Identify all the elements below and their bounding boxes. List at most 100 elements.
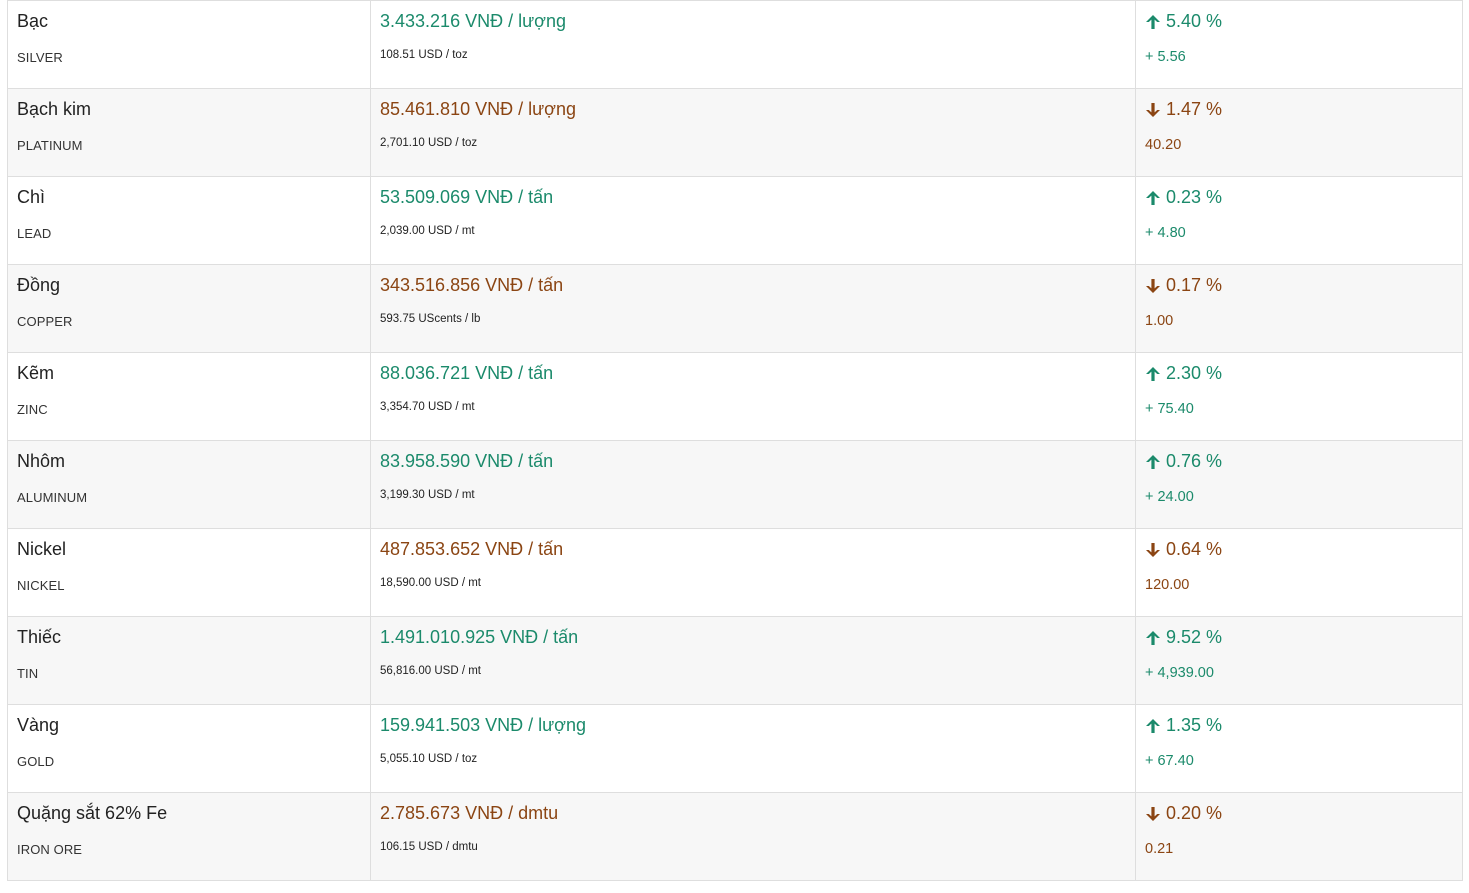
arrow-up-icon (1146, 718, 1160, 733)
commodity-name-cell: Bạch kim PLATINUM (7, 88, 371, 177)
change-amount: + 67.40 (1145, 753, 1194, 769)
change-amount: 40.20 (1145, 137, 1182, 153)
change-percent: 5.40 % (1145, 11, 1222, 32)
commodity-code: ALUMINUM (17, 490, 88, 505)
commodity-name: Thiếc (17, 627, 62, 647)
commodity-name-cell: Nickel NICKEL (7, 528, 371, 617)
price-usd: 106.15 USD / dmtu (380, 841, 478, 853)
change-percent: 0.64 % (1145, 539, 1222, 560)
commodity-code: GOLD (17, 754, 55, 769)
change-amount: + 4,939.00 (1145, 665, 1214, 681)
table-row: Nickel NICKEL 487.853.652 VNĐ / tấn 18,5… (7, 528, 1463, 617)
change-amount: + 5.56 (1145, 49, 1186, 65)
commodity-change-cell: 0.64 % 120.00 (1135, 528, 1463, 617)
commodity-name: Vàng (17, 715, 60, 735)
change-percent-value: 1.47 % (1166, 99, 1223, 119)
price-vnd: 3.433.216 VNĐ / lượng (380, 11, 566, 31)
table-row: Nhôm ALUMINUM 83.958.590 VNĐ / tấn 3,199… (7, 440, 1463, 529)
change-percent-value: 0.20 % (1166, 803, 1223, 823)
commodity-name-cell: Đồng COPPER (7, 264, 371, 353)
commodity-price-table: Bạc SILVER 3.433.216 VNĐ / lượng 108.51 … (7, 0, 1463, 881)
change-percent: 0.17 % (1145, 275, 1222, 296)
price-usd: 593.75 UScents / lb (380, 313, 481, 325)
table-row: Bạch kim PLATINUM 85.461.810 VNĐ / lượng… (7, 88, 1463, 177)
arrow-up-icon (1146, 190, 1160, 205)
change-percent-value: 0.23 % (1166, 187, 1223, 207)
arrow-up-icon (1146, 14, 1160, 29)
arrow-up-icon (1146, 366, 1160, 381)
change-amount: + 4.80 (1145, 225, 1186, 241)
commodity-price-cell: 88.036.721 VNĐ / tấn 3,354.70 USD / mt (370, 352, 1136, 441)
arrow-down-icon (1146, 806, 1160, 821)
commodity-code: LEAD (17, 226, 52, 241)
change-percent-value: 5.40 % (1166, 11, 1223, 31)
commodity-name: Quặng sắt 62% Fe (17, 803, 168, 823)
change-amount: 0.21 (1145, 841, 1174, 857)
commodity-name: Kẽm (17, 363, 55, 383)
commodity-change-cell: 2.30 % + 75.40 (1135, 352, 1463, 441)
table-row: Chì LEAD 53.509.069 VNĐ / tấn 2,039.00 U… (7, 176, 1463, 265)
commodity-name: Chì (17, 187, 46, 207)
price-usd: 18,590.00 USD / mt (380, 577, 481, 589)
commodity-name: Bạc (17, 11, 49, 31)
price-usd: 2,039.00 USD / mt (380, 225, 475, 237)
table-row: Quặng sắt 62% Fe IRON ORE 2.785.673 VNĐ … (7, 792, 1463, 881)
commodity-change-cell: 0.76 % + 24.00 (1135, 440, 1463, 529)
commodity-code: IRON ORE (17, 842, 83, 857)
commodity-price-cell: 83.958.590 VNĐ / tấn 3,199.30 USD / mt (370, 440, 1136, 529)
price-vnd: 343.516.856 VNĐ / tấn (380, 275, 564, 295)
table-row: Đồng COPPER 343.516.856 VNĐ / tấn 593.75… (7, 264, 1463, 353)
change-amount: 120.00 (1145, 577, 1190, 593)
table-row: Thiếc TIN 1.491.010.925 VNĐ / tấn 56,816… (7, 616, 1463, 705)
commodity-code: TIN (17, 666, 39, 681)
commodity-name-cell: Quặng sắt 62% Fe IRON ORE (7, 792, 371, 881)
table-row: Kẽm ZINC 88.036.721 VNĐ / tấn 3,354.70 U… (7, 352, 1463, 441)
commodity-price-cell: 53.509.069 VNĐ / tấn 2,039.00 USD / mt (370, 176, 1136, 265)
commodity-name-cell: Vàng GOLD (7, 704, 371, 793)
price-usd: 3,199.30 USD / mt (380, 489, 475, 501)
commodity-name-cell: Thiếc TIN (7, 616, 371, 705)
price-vnd: 1.491.010.925 VNĐ / tấn (380, 627, 579, 647)
commodity-name-cell: Nhôm ALUMINUM (7, 440, 371, 529)
commodity-change-cell: 1.35 % + 67.40 (1135, 704, 1463, 793)
change-percent: 0.23 % (1145, 187, 1222, 208)
change-amount: + 24.00 (1145, 489, 1194, 505)
change-percent-value: 0.64 % (1166, 539, 1223, 559)
commodity-change-cell: 0.17 % 1.00 (1135, 264, 1463, 353)
price-vnd: 2.785.673 VNĐ / dmtu (380, 803, 559, 823)
price-vnd: 53.509.069 VNĐ / tấn (380, 187, 554, 207)
change-percent: 0.20 % (1145, 803, 1222, 824)
price-usd: 108.51 USD / toz (380, 49, 468, 61)
price-vnd: 88.036.721 VNĐ / tấn (380, 363, 554, 383)
commodity-change-cell: 5.40 % + 5.56 (1135, 0, 1463, 89)
commodity-price-cell: 3.433.216 VNĐ / lượng 108.51 USD / toz (370, 0, 1136, 89)
change-percent-value: 0.17 % (1166, 275, 1223, 295)
price-vnd: 487.853.652 VNĐ / tấn (380, 539, 564, 559)
price-vnd: 83.958.590 VNĐ / tấn (380, 451, 554, 471)
change-amount: 1.00 (1145, 313, 1174, 329)
change-percent: 0.76 % (1145, 451, 1222, 472)
commodity-name: Nickel (17, 539, 67, 559)
change-percent: 2.30 % (1145, 363, 1222, 384)
change-percent-value: 1.35 % (1166, 715, 1223, 735)
price-usd: 5,055.10 USD / toz (380, 753, 478, 765)
arrow-down-icon (1146, 278, 1160, 293)
commodity-name-cell: Bạc SILVER (7, 0, 371, 89)
commodity-code: ZINC (17, 402, 48, 417)
commodity-code: PLATINUM (17, 138, 83, 153)
price-vnd: 159.941.503 VNĐ / lượng (380, 715, 586, 735)
commodity-name: Đồng (17, 275, 61, 295)
arrow-up-icon (1146, 630, 1160, 645)
commodity-change-cell: 1.47 % 40.20 (1135, 88, 1463, 177)
price-usd: 2,701.10 USD / toz (380, 137, 478, 149)
commodity-price-cell: 85.461.810 VNĐ / lượng 2,701.10 USD / to… (370, 88, 1136, 177)
commodity-change-cell: 9.52 % + 4,939.00 (1135, 616, 1463, 705)
commodity-name-cell: Kẽm ZINC (7, 352, 371, 441)
change-percent: 1.35 % (1145, 715, 1222, 736)
change-percent-value: 9.52 % (1166, 627, 1223, 647)
commodity-price-cell: 2.785.673 VNĐ / dmtu 106.15 USD / dmtu (370, 792, 1136, 881)
commodity-code: NICKEL (17, 578, 65, 593)
commodity-name: Nhôm (17, 451, 66, 471)
commodity-price-table-body: Bạc SILVER 3.433.216 VNĐ / lượng 108.51 … (7, 0, 1463, 881)
table-row: Vàng GOLD 159.941.503 VNĐ / lượng 5,055.… (7, 704, 1463, 793)
